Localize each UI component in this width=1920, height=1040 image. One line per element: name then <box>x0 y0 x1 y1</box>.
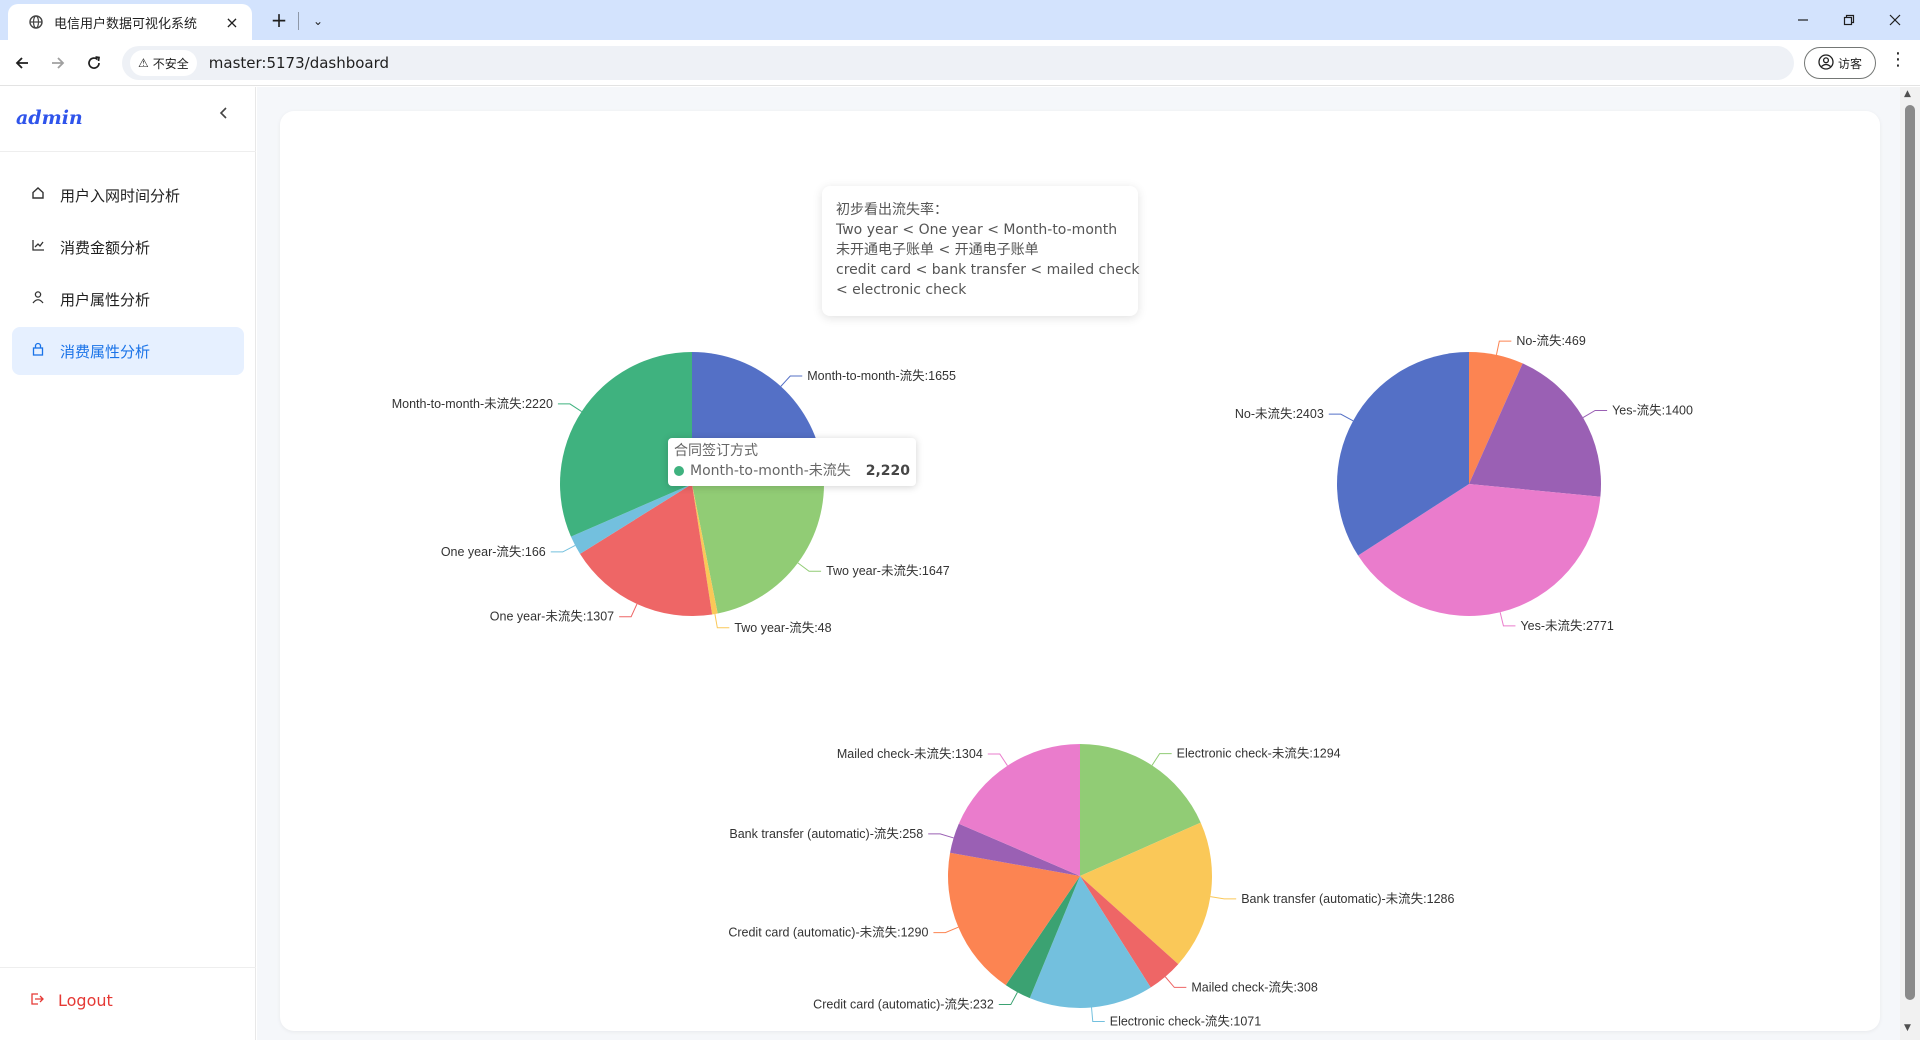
browser-toolbar: ⚠ 不安全 master:5173/dashboard 访客 ⋮ <box>0 40 1920 86</box>
brand-logo: admin <box>16 107 83 129</box>
profile-label: 访客 <box>1837 56 1862 71</box>
minimize-icon <box>1798 19 1808 21</box>
profile-button[interactable]: 访客 <box>1804 47 1876 79</box>
warning-icon: ⚠ <box>138 56 149 70</box>
more-menu-icon[interactable]: ⋮ <box>1886 49 1910 77</box>
note-line: 初步看出流失率： <box>836 202 948 218</box>
sidebar-divider <box>0 151 256 152</box>
site-info-chip[interactable]: ⚠ 不安全 <box>130 50 197 76</box>
tooltip-marker <box>674 466 684 476</box>
scroll-down-icon[interactable]: ▼ <box>1904 1023 1911 1033</box>
sidebar: admin 用户入网时间分析 消费金额分析 用户属性分析 消费属性分析 Logo… <box>0 87 256 1040</box>
url-text[interactable]: master:5173/dashboard <box>209 54 389 72</box>
tooltip-row: Month-to-month-未流失 2,220 <box>674 460 910 482</box>
restore-icon <box>1843 14 1855 26</box>
arrow-right-icon <box>52 57 65 69</box>
logout-button[interactable]: Logout <box>30 991 113 1010</box>
chart-tooltip: 合同签订方式 Month-to-month-未流失 2,220 <box>668 438 916 486</box>
chevron-left-icon[interactable] <box>214 105 234 129</box>
globe-icon <box>28 14 44 30</box>
sidebar-item-spending[interactable]: 消费金额分析 <box>12 223 244 271</box>
back-button[interactable] <box>8 49 36 77</box>
close-tab-icon[interactable]: × <box>222 13 242 32</box>
address-bar[interactable]: ⚠ 不安全 master:5173/dashboard <box>122 46 1794 80</box>
sidebar-item-user-attributes[interactable]: 用户属性分析 <box>12 275 244 323</box>
arrow-left-icon <box>15 57 28 69</box>
person-circle-icon <box>1818 53 1834 73</box>
tooltip-value: 2,220 <box>865 463 910 479</box>
minimize-button[interactable] <box>1780 0 1826 40</box>
browser-tab[interactable]: 电信用户数据可视化系统 × <box>8 4 252 40</box>
note-line: credit card < bank transfer < mailed che… <box>836 262 1140 278</box>
tab-title: 电信用户数据可视化系统 <box>54 16 198 32</box>
secure-label: 不安全 <box>152 56 189 71</box>
note-line: 未开通电子账单 < 开通电子账单 <box>836 242 1039 258</box>
sidebar-item-label: 消费金额分析 <box>60 238 151 257</box>
tooltip-title: 合同签订方式 <box>674 443 758 459</box>
lock-icon <box>30 342 46 360</box>
reload-button[interactable] <box>80 49 108 77</box>
close-icon <box>1889 14 1901 26</box>
tab-separator <box>298 12 299 30</box>
sidebar-menu: 用户入网时间分析 消费金额分析 用户属性分析 消费属性分析 <box>12 171 244 379</box>
restore-button[interactable] <box>1826 0 1872 40</box>
sidebar-bottom-divider <box>0 967 256 968</box>
new-tab-button[interactable]: + <box>266 8 292 34</box>
note-line: < electronic check <box>836 282 967 298</box>
scroll-thumb[interactable] <box>1905 105 1915 1000</box>
tab-search-button[interactable]: ⌄ <box>306 8 330 34</box>
page-scrollbar[interactable]: ▲ ▼ <box>1900 87 1920 1040</box>
scroll-up-icon[interactable]: ▲ <box>1904 89 1911 99</box>
user-icon <box>30 290 46 308</box>
forward-button[interactable] <box>44 49 72 77</box>
reload-icon <box>88 56 100 69</box>
sidebar-item-label: 用户属性分析 <box>60 290 151 309</box>
tooltip-series: Month-to-month-未流失 <box>690 463 851 479</box>
line-chart-icon <box>30 238 46 256</box>
logout-label: Logout <box>58 991 113 1010</box>
close-window-button[interactable] <box>1872 0 1918 40</box>
browser-tab-bar: 电信用户数据可视化系统 × + ⌄ <box>0 0 1920 40</box>
sidebar-item-label: 用户入网时间分析 <box>60 186 181 205</box>
churn-note: 初步看出流失率： Two year < One year < Month-to-… <box>822 186 1140 316</box>
sidebar-item-label: 消费属性分析 <box>60 342 151 361</box>
sidebar-item-consumption-attributes[interactable]: 消费属性分析 <box>12 327 244 375</box>
logout-icon <box>30 992 44 1010</box>
sidebar-item-join-time[interactable]: 用户入网时间分析 <box>12 171 244 219</box>
note-line: Two year < One year < Month-to-month <box>836 222 1118 238</box>
home-icon <box>30 186 46 204</box>
